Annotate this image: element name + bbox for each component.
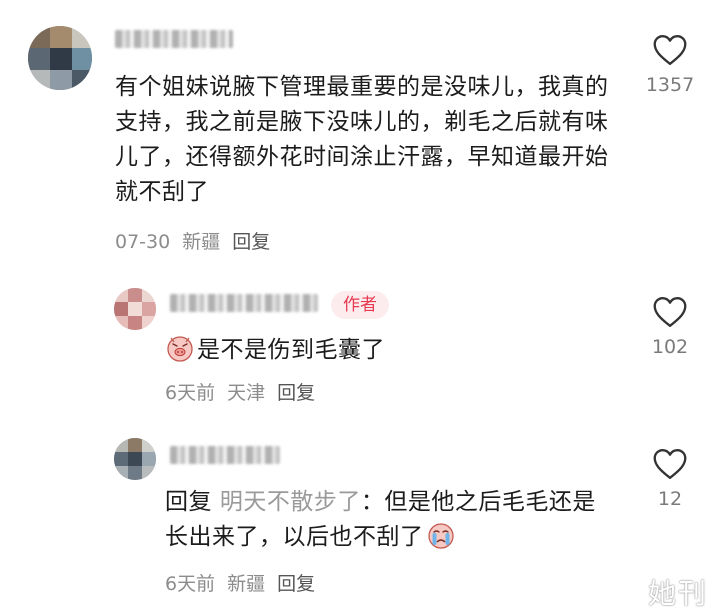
- comment-meta: 07-30 新疆 回复: [115, 230, 282, 254]
- like-button[interactable]: 1357: [640, 34, 700, 96]
- pig-face-emoji-icon: [167, 336, 193, 362]
- mention-username[interactable]: 明天不散步了: [220, 489, 361, 515]
- comment-text: 有个姐妹说腋下管理最重要的是没味儿，我真的支持，我之前是腋下没味儿的，剃毛之后就…: [115, 74, 609, 205]
- comment-date: 6天前: [165, 382, 216, 404]
- comment-meta: 6天前 天津 回复: [165, 381, 327, 405]
- avatar[interactable]: [28, 26, 92, 90]
- username[interactable]: [170, 294, 318, 312]
- heart-outline-icon: [653, 449, 687, 479]
- reply-button[interactable]: 回复: [232, 231, 270, 253]
- like-count: 102: [651, 336, 689, 358]
- like-button[interactable]: 12: [640, 448, 700, 510]
- comment-text: 回复 明天不散步了：但是他之后毛毛还是长出来了，以后也不刮了: [165, 489, 596, 550]
- comment-location: 天津: [227, 382, 266, 404]
- author-badge: 作者: [331, 291, 389, 319]
- username[interactable]: [115, 30, 233, 48]
- comment-text: 是不是伤到毛囊了: [165, 333, 605, 368]
- comment-date: 07-30: [115, 231, 171, 253]
- avatar[interactable]: [114, 288, 156, 330]
- reply-button[interactable]: 回复: [277, 382, 315, 404]
- crying-face-emoji-icon: [427, 523, 454, 549]
- like-count: 1357: [645, 74, 695, 96]
- watermark: 她刊: [647, 577, 708, 610]
- comment-meta: 6天前 新疆 回复: [165, 572, 327, 596]
- like-count: 12: [657, 488, 683, 510]
- reply-button[interactable]: 回复: [277, 573, 315, 595]
- heart-outline-icon: [653, 35, 687, 65]
- comment-date: 6天前: [165, 573, 216, 595]
- reply-prefix: 回复: [165, 489, 212, 515]
- comment-location: 新疆: [227, 573, 266, 595]
- heart-outline-icon: [653, 297, 687, 327]
- comment-location: 新疆: [182, 231, 221, 253]
- username[interactable]: [170, 446, 280, 464]
- avatar[interactable]: [114, 438, 156, 480]
- like-button[interactable]: 102: [640, 296, 700, 358]
